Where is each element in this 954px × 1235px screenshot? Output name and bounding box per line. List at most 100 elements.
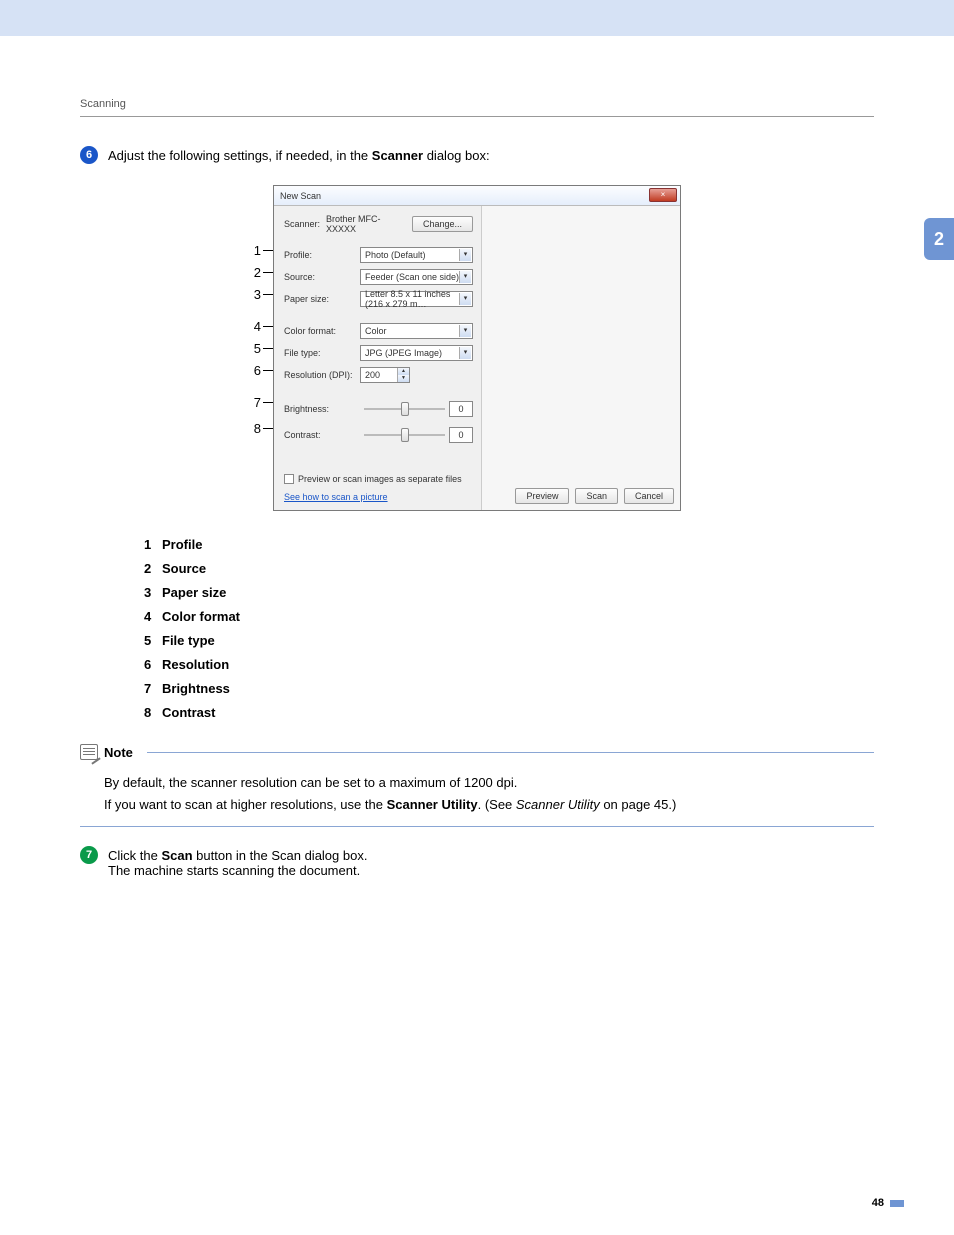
colorformat-select[interactable]: Color ▾ [360, 323, 473, 339]
callout-5: 5 [254, 341, 273, 356]
callout-line [263, 272, 273, 273]
dialog-positioner: 1 2 3 4 5 6 7 8 New Scan × Scanner: [273, 185, 681, 511]
step-6-text-bold: Scanner [372, 148, 423, 163]
callout-1: 1 [254, 243, 273, 258]
papersize-select[interactable]: Letter 8.5 x 11 inches (216 x 279 m…▾ [360, 291, 473, 307]
source-row: Source: Feeder (Scan one side)▾ [284, 268, 473, 286]
callout-8-num: 8 [254, 421, 261, 436]
separate-files-row[interactable]: Preview or scan images as separate files [284, 474, 473, 484]
profile-row: Profile: Photo (Default)▾ [284, 246, 473, 264]
note-line2-bold: Scanner Utility [387, 797, 478, 812]
note-line2-b: . (See [478, 797, 516, 812]
brightness-value[interactable]: 0 [449, 401, 473, 417]
step-7-bullet: 7 [80, 846, 98, 864]
step7-line1-b: button in the Scan dialog box. [193, 848, 368, 863]
contrast-slider[interactable] [364, 434, 445, 436]
dialog-buttons: Preview Scan Cancel [515, 488, 674, 504]
callout-6-num: 6 [254, 363, 261, 378]
dialog-titlebar[interactable]: New Scan × [274, 186, 680, 206]
callout-8: 8 [254, 421, 273, 436]
checkbox-icon[interactable] [284, 474, 294, 484]
step-6-text: Adjust the following settings, if needed… [108, 147, 490, 163]
callout-line [263, 348, 273, 349]
legend-num: 6 [144, 657, 162, 672]
chevron-down-icon[interactable]: ▾ [459, 271, 471, 283]
filetype-row: File type: JPG (JPEG Image)▾ [284, 344, 473, 362]
slider-thumb[interactable] [401, 428, 409, 442]
chevron-down-icon[interactable]: ▾ [459, 347, 471, 359]
colorformat-value: Color [365, 326, 387, 336]
papersize-value: Letter 8.5 x 11 inches (216 x 279 m… [365, 289, 468, 309]
preview-button[interactable]: Preview [515, 488, 569, 504]
colorformat-row: Color format: Color▾ [284, 322, 473, 340]
filetype-select[interactable]: JPG (JPEG Image)▾ [360, 345, 473, 361]
top-banner [0, 0, 954, 36]
callout-2: 2 [254, 265, 273, 280]
change-button[interactable]: Change... [412, 216, 473, 232]
legend-item-brightness: 7Brightness [144, 681, 874, 696]
legend-item-source: 2Source [144, 561, 874, 576]
profile-select[interactable]: Photo (Default)▾ [360, 247, 473, 263]
note-top-rule [147, 752, 874, 753]
legend-label: Resolution [162, 657, 229, 672]
scanner-label: Scanner: [284, 219, 320, 229]
legend-num: 8 [144, 705, 162, 720]
callout-3-num: 3 [254, 287, 261, 302]
brightness-slider[interactable] [364, 408, 445, 410]
slider-thumb[interactable] [401, 402, 409, 416]
legend-label: Source [162, 561, 206, 576]
dialog-body: Scanner: Brother MFC- XXXXX Change... Pr… [274, 206, 680, 510]
step-6: 6 Adjust the following settings, if need… [80, 147, 874, 165]
scan-button[interactable]: Scan [575, 488, 618, 504]
footer-bar [890, 1200, 904, 1207]
separate-files-label: Preview or scan images as separate files [298, 474, 462, 484]
legend-label: Profile [162, 537, 202, 552]
step7-line2: The machine starts scanning the document… [108, 863, 360, 878]
how-to-scan-link[interactable]: See how to scan a picture [284, 492, 473, 502]
page-footer: 48 [872, 1197, 904, 1209]
step-6-text-a: Adjust the following settings, if needed… [108, 148, 372, 163]
dialog-wrap: 1 2 3 4 5 6 7 8 New Scan × Scanner: [80, 185, 874, 511]
legend-label: Paper size [162, 585, 226, 600]
scanner-value: Brother MFC- XXXXX [326, 214, 406, 234]
step7-line1-a: Click the [108, 848, 161, 863]
cancel-button[interactable]: Cancel [624, 488, 674, 504]
spinner-arrows[interactable]: ▲▼ [397, 368, 409, 382]
resolution-label: Resolution (DPI): [284, 370, 360, 380]
source-value: Feeder (Scan one side) [365, 272, 459, 282]
step-6-bullet: 6 [80, 146, 98, 164]
brightness-row: Brightness: 0 [284, 398, 473, 420]
resolution-row: Resolution (DPI): 200 ▲▼ [284, 366, 473, 384]
step7-line1-bold: Scan [161, 848, 192, 863]
callout-line [263, 250, 273, 251]
contrast-value[interactable]: 0 [449, 427, 473, 443]
legend-label: Contrast [162, 705, 215, 720]
legend-num: 4 [144, 609, 162, 624]
profile-label: Profile: [284, 250, 360, 260]
note-title: Note [104, 745, 133, 760]
legend-item-contrast: 8Contrast [144, 705, 874, 720]
resolution-stepper[interactable]: 200 ▲▼ [360, 367, 410, 383]
note-body: By default, the scanner resolution can b… [80, 764, 874, 827]
legend-label: File type [162, 633, 215, 648]
legend-item-profile: 1Profile [144, 537, 874, 552]
chevron-down-icon[interactable]: ▾ [459, 293, 471, 305]
legend-num: 5 [144, 633, 162, 648]
legend-item-colorformat: 4Color format [144, 609, 874, 624]
note-block: Note By default, the scanner resolution … [80, 744, 874, 827]
step-7-text: Click the Scan button in the Scan dialog… [108, 847, 367, 878]
callout-line [263, 428, 273, 429]
note-icon [80, 744, 98, 760]
legend-num: 1 [144, 537, 162, 552]
papersize-row: Paper size: Letter 8.5 x 11 inches (216 … [284, 290, 473, 308]
chevron-down-icon[interactable]: ▾ [459, 325, 471, 337]
chevron-down-icon[interactable]: ▾ [459, 249, 471, 261]
callout-7: 7 [254, 395, 273, 410]
callout-6: 6 [254, 363, 273, 378]
scanner-row: Scanner: Brother MFC- XXXXX Change... [284, 214, 473, 234]
new-scan-dialog: New Scan × Scanner: Brother MFC- XXXXX C… [273, 185, 681, 511]
callout-line [263, 402, 273, 403]
callouts: 1 2 3 4 5 6 7 8 [247, 185, 273, 511]
close-icon[interactable]: × [649, 188, 677, 202]
source-select[interactable]: Feeder (Scan one side)▾ [360, 269, 473, 285]
